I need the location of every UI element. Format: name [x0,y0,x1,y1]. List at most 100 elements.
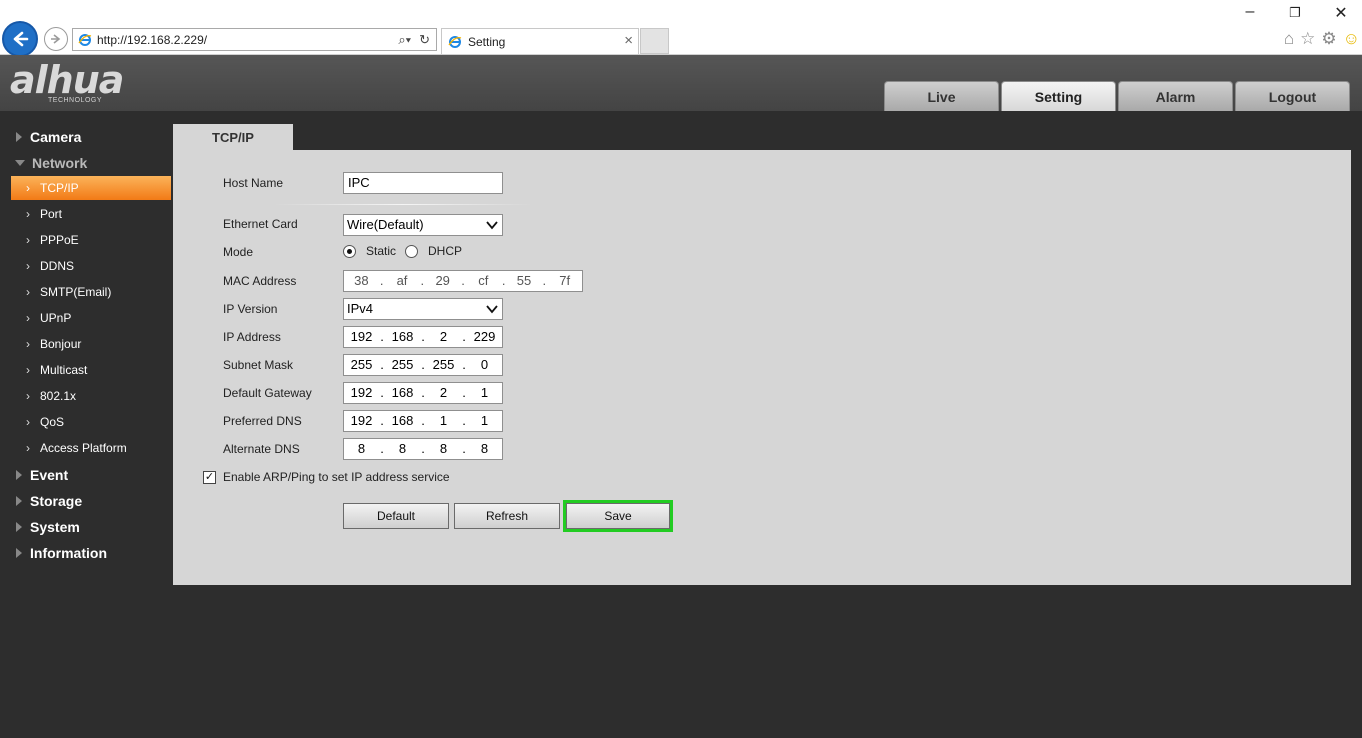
sidebar-item-8021x[interactable]: › 802.1x [11,384,171,408]
sidebar-item-smtp[interactable]: › SMTP(Email) [11,280,171,304]
expand-triangle-icon [16,132,22,142]
refresh-button[interactable]: Refresh [454,503,560,529]
ip-address-input[interactable]: 192. 168. 2. 229 [343,326,503,348]
ip-octet[interactable]: 8 [467,439,502,459]
ip-octet[interactable]: 229 [467,327,502,347]
logo-subtitle: TECHNOLOGY [48,97,103,104]
ip-octet[interactable]: 8 [426,439,461,459]
ip-octet[interactable]: 1 [467,411,502,431]
ip-octet[interactable]: 0 [467,355,502,375]
save-button[interactable]: Save [566,503,670,529]
chevron-right-icon: › [26,337,30,351]
home-icon[interactable]: ⌂ [1284,29,1294,49]
back-arrow-icon[interactable] [2,21,38,57]
address-url[interactable]: http://192.168.2.229/ [97,33,207,47]
mac-octet: 55 [516,273,532,288]
restore-icon[interactable]: ❐ [1285,5,1305,21]
smiley-feedback-icon[interactable]: ☺ [1343,29,1360,49]
minimize-icon[interactable]: – [1240,3,1260,21]
nav-live-button[interactable]: Live [884,81,999,111]
collapse-triangle-icon [15,160,25,166]
forward-arrow-icon[interactable] [44,27,68,51]
sidebar-item-multicast[interactable]: › Multicast [11,358,171,382]
default-button[interactable]: Default [343,503,449,529]
sidebar-section-storage[interactable]: Storage [0,491,82,511]
ip-octet[interactable]: 192 [344,383,379,403]
sidebar-item-ddns[interactable]: › DDNS [11,254,171,278]
sidebar-item-tcpip[interactable]: › TCP/IP [11,176,171,200]
close-tab-icon[interactable]: × [624,32,633,49]
ip-version-label: IP Version [223,302,278,316]
sidebar-item-pppoe[interactable]: › PPPoE [11,228,171,252]
ip-octet[interactable]: 255 [385,355,420,375]
tcpip-settings-panel: Host Name IPC Ethernet Card Wire(Default… [173,150,1351,585]
sidebar-section-label: System [30,519,80,535]
browser-chrome: http://192.168.2.229/ ⌕▾ ↻ Setting × – ❐… [0,0,1362,57]
sidebar-item-label: 802.1x [40,389,77,403]
ip-octet[interactable]: 192 [344,411,379,431]
sidebar-section-system[interactable]: System [0,517,80,537]
sidebar-item-label: Access Platform [40,441,127,455]
sidebar-section-information[interactable]: Information [0,543,107,563]
sidebar-item-port[interactable]: › Port [11,202,171,226]
host-name-label: Host Name [223,176,284,190]
ip-octet[interactable]: 168 [385,383,420,403]
sidebar: Camera Network › TCP/IP › Port › PPPoE › DDN… [0,111,173,738]
ip-octet[interactable]: 255 [344,355,379,375]
sidebar-item-label: UPnP [40,311,72,325]
ip-octet[interactable]: 2 [426,327,461,347]
sidebar-section-event[interactable]: Event [0,465,68,485]
ip-octet[interactable]: 192 [344,327,379,347]
nav-setting-button[interactable]: Setting [1001,81,1116,111]
arp-ping-checkbox[interactable]: ✓ [203,471,216,484]
ip-octet[interactable]: 168 [385,411,420,431]
gear-icon[interactable]: ⚙ [1321,29,1336,49]
mode-static-radio[interactable] [343,244,356,258]
alternate-dns-input[interactable]: 8. 8. 8. 8 [343,438,503,460]
sidebar-section-camera[interactable]: Camera [0,127,81,147]
ip-address-label: IP Address [223,330,281,344]
ip-octet[interactable]: 2 [426,383,461,403]
chevron-right-icon: › [26,259,30,273]
sidebar-section-label: Camera [30,129,82,145]
sidebar-item-label: Bonjour [40,337,82,351]
sidebar-item-label: TCP/IP [40,181,79,195]
sidebar-item-upnp[interactable]: › UPnP [11,306,171,330]
chevron-right-icon: › [26,207,30,221]
expand-triangle-icon [16,522,22,532]
ethernet-card-select[interactable]: Wire(Default) [343,214,503,236]
expand-triangle-icon [16,496,22,506]
host-name-input[interactable]: IPC [343,172,503,194]
ip-octet[interactable]: 1 [467,383,502,403]
ip-octet[interactable]: 255 [426,355,461,375]
ip-octet[interactable]: 8 [344,439,379,459]
subnet-mask-input[interactable]: 255. 255. 255. 0 [343,354,503,376]
default-gateway-input[interactable]: 192. 168. 2. 1 [343,382,503,404]
sidebar-item-access-platform[interactable]: › Access Platform [11,436,171,460]
preferred-dns-input[interactable]: 192. 168. 1. 1 [343,410,503,432]
expand-triangle-icon [16,548,22,558]
refresh-icon[interactable]: ↻ [419,32,430,48]
nav-alarm-button[interactable]: Alarm [1118,81,1233,111]
nav-logout-button[interactable]: Logout [1235,81,1350,111]
sidebar-item-label: Port [40,207,63,221]
browser-tab-setting[interactable]: Setting × [441,28,639,54]
ip-octet[interactable]: 168 [385,327,420,347]
sidebar-item-bonjour[interactable]: › Bonjour [11,332,171,356]
sidebar-section-network[interactable]: Network [0,153,87,173]
mode-dhcp-radio[interactable] [405,244,419,258]
sidebar-section-label: Information [30,545,107,561]
search-icon[interactable]: ⌕▾ [398,32,411,48]
mac-octet: 38 [354,273,369,288]
address-bar[interactable]: http://192.168.2.229/ ⌕▾ ↻ [72,28,437,51]
close-window-icon[interactable]: ✕ [1331,3,1351,23]
ip-octet[interactable]: 1 [426,411,461,431]
mac-octet: cf [478,273,489,288]
favorites-star-icon[interactable]: ☆ [1300,29,1315,49]
new-tab-button[interactable] [640,28,669,54]
ip-octet[interactable]: 8 [385,439,420,459]
ip-version-select[interactable]: IPv4 [343,298,503,320]
sidebar-item-qos[interactable]: › QoS [11,410,171,434]
default-gateway-label: Default Gateway [223,386,312,400]
panel-tab-tcpip[interactable]: TCP/IP [173,124,293,151]
